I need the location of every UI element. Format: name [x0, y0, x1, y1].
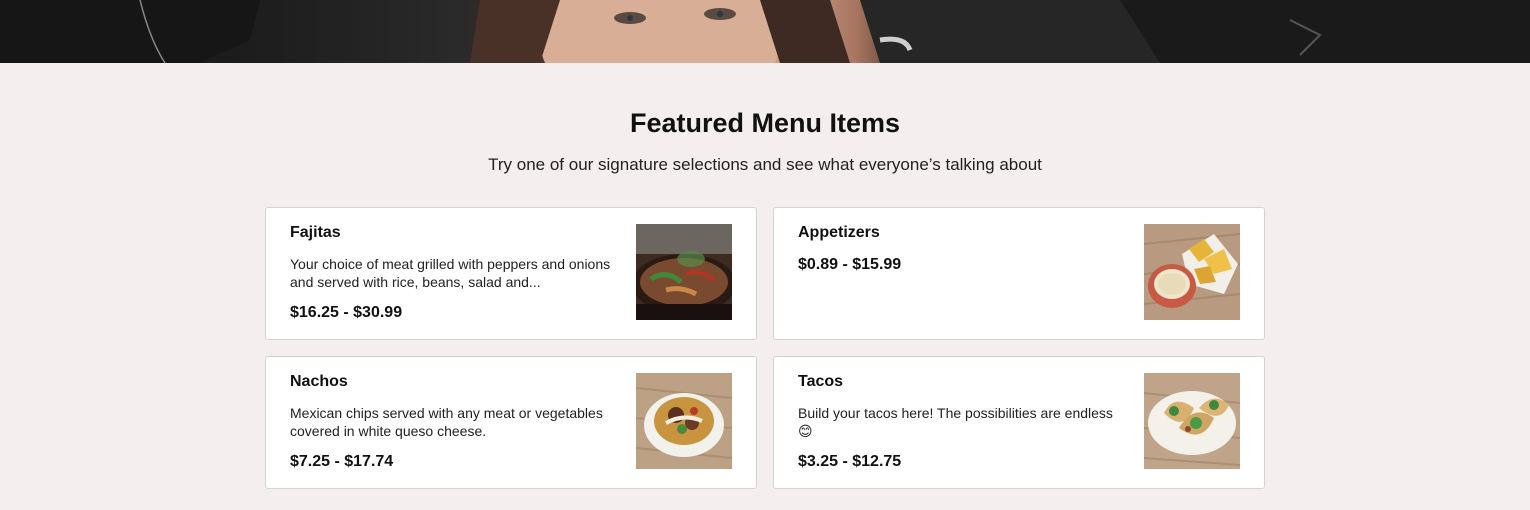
menu-item-price: $16.25 - $30.99	[290, 304, 403, 321]
menu-card-appetizers[interactable]: Appetizers $0.89 - $15.99	[773, 207, 1265, 340]
section-subtitle: Try one of our signature selections and …	[488, 155, 1042, 174]
menu-item-price: $0.89 - $15.99	[798, 256, 902, 273]
menu-item-name: Fajitas	[290, 224, 341, 241]
menu-item-price: $3.25 - $12.75	[798, 453, 902, 470]
menu-item-name: Appetizers	[798, 224, 880, 241]
tacos-photo-icon	[1144, 373, 1240, 469]
menu-item-price: $7.25 - $17.74	[290, 453, 394, 470]
menu-card-fajitas[interactable]: Fajitas Your choice of meat grilled with…	[265, 207, 757, 340]
menu-card-tacos[interactable]: Tacos Build your tacos here! The possibi…	[773, 356, 1265, 489]
menu-item-description: Mexican chips served with any meat or ve…	[290, 405, 603, 439]
menu-card-nachos[interactable]: Nachos Mexican chips served with any mea…	[265, 356, 757, 489]
menu-item-description: Your choice of meat grilled with peppers…	[290, 256, 611, 290]
menu-item-name: Nachos	[290, 373, 348, 390]
menu-item-name: Tacos	[798, 373, 844, 390]
nachos-photo-icon	[636, 373, 732, 469]
section-title: Featured Menu Items	[629, 108, 901, 138]
menu-item-description: Build your tacos here! The possibilities…	[798, 405, 1113, 439]
fajitas-photo-icon	[636, 224, 732, 320]
hero-image	[0, 0, 1530, 63]
chips-and-queso-photo-icon	[1144, 224, 1240, 320]
